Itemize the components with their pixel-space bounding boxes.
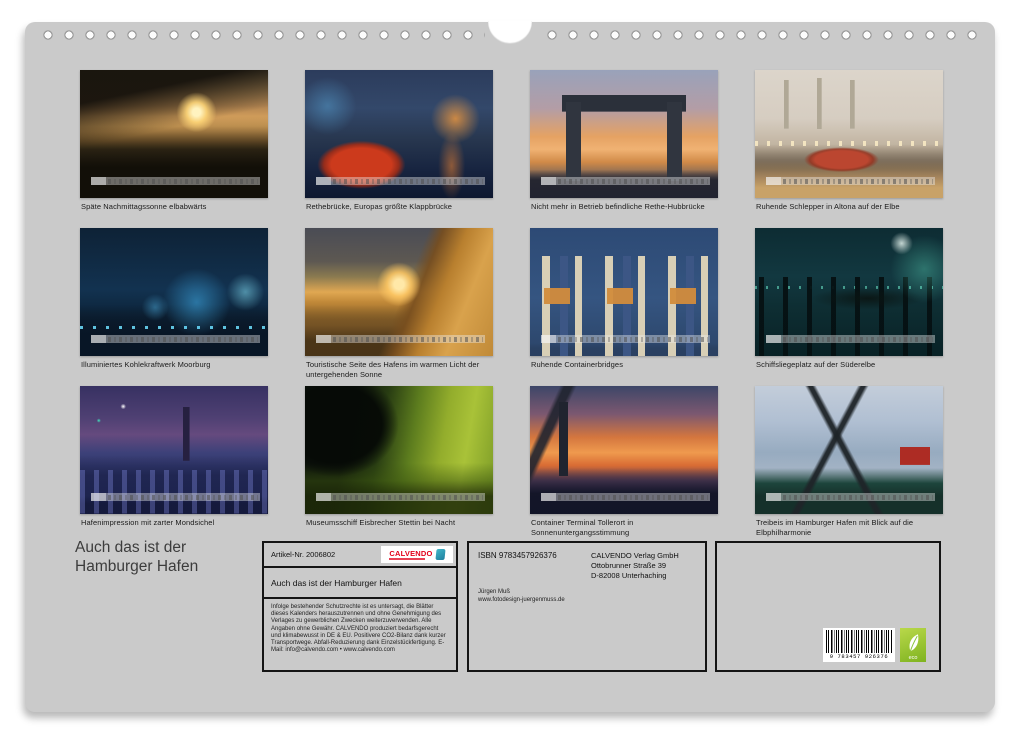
photo-image — [530, 386, 718, 514]
photo-caption: Museumsschiff Eisbrecher Stettin bei Nac… — [306, 518, 493, 528]
calvendo-logo-text: CALVENDO — [389, 550, 432, 558]
photo-thumbnail: Ruhende Schlepper in Altona auf der Elbe — [755, 70, 943, 228]
watermark-strip — [781, 335, 935, 343]
calendar-title-line2: Hamburger Hafen — [75, 558, 198, 577]
photo-thumbnail: Illuminiertes Kohlekraftwerk Moorburg — [80, 228, 268, 386]
photo-image — [305, 228, 493, 356]
photo-image — [80, 386, 268, 514]
publisher-city: D-82008 Unterhaching — [591, 571, 679, 581]
photo-caption: Schiffsliegeplatz auf der Süderelbe — [756, 360, 943, 370]
publisher-address: CALVENDO Verlag GmbH Ottobrunner Straße … — [591, 551, 679, 580]
isbn-text: ISBN 9783457926376 — [478, 551, 557, 560]
photo-image — [305, 70, 493, 198]
watermark-strip — [781, 493, 935, 501]
watermark-strip — [556, 177, 710, 185]
photo-image — [305, 386, 493, 514]
barcode-digits: 9 783457 926376 — [830, 653, 889, 661]
watermark-strip — [781, 177, 935, 185]
watermark-strip — [331, 493, 485, 501]
photo-thumbnail: Touristische Seite des Hafens im warmen … — [305, 228, 493, 386]
barcode: 9 783457 926376 — [823, 628, 895, 662]
photo-thumbnail: Container Terminal Tollerort in Sonnenun… — [530, 386, 718, 544]
calvendo-logo-tagline — [389, 558, 425, 560]
watermark-strip — [106, 335, 260, 343]
watermark-strip — [106, 177, 260, 185]
watermark-strip — [556, 493, 710, 501]
photo-thumbnail: Schiffsliegeplatz auf der Süderelbe — [755, 228, 943, 386]
publisher-name: CALVENDO Verlag GmbH — [591, 551, 679, 561]
photo-image — [530, 228, 718, 356]
photo-thumbnail: Treibeis im Hamburger Hafen mit Blick au… — [755, 386, 943, 544]
binding-holes-right — [542, 29, 988, 41]
photo-image — [755, 386, 943, 514]
hanger-notch — [488, 21, 532, 44]
photo-image — [755, 228, 943, 356]
barcode-bars — [826, 630, 892, 653]
photo-thumbnail: Nicht mehr in Betrieb befindliche Rethe-… — [530, 70, 718, 228]
publisher-street: Ottobrunner Straße 39 — [591, 561, 679, 571]
photo-caption: Nicht mehr in Betrieb befindliche Rethe-… — [531, 202, 718, 212]
photo-grid: Späte Nachmittagssonne elbabwärts Retheb… — [80, 70, 943, 544]
photo-image — [80, 228, 268, 356]
binding-holes-left — [38, 29, 485, 41]
eco-logo: eco — [900, 628, 926, 662]
photo-caption: Rethebrücke, Europas größte Klappbrücke — [306, 202, 493, 212]
article-number-row: Artikel-Nr. 2006802 CALVENDO — [264, 543, 456, 568]
photo-thumbnail: Hafenimpression mit zarter Mondsichel — [80, 386, 268, 544]
author-block: Jürgen Muß www.fotodesign-juergenmuss.de — [478, 588, 565, 604]
photo-image — [755, 70, 943, 198]
calendar-back-page: Späte Nachmittagssonne elbabwärts Retheb… — [25, 22, 995, 712]
photo-caption: Illuminiertes Kohlekraftwerk Moorburg — [81, 360, 268, 370]
watermark-strip — [331, 177, 485, 185]
calvendo-logo-icon — [435, 549, 445, 560]
photo-thumbnail: Rethebrücke, Europas größte Klappbrücke — [305, 70, 493, 228]
photo-thumbnail: Späte Nachmittagssonne elbabwärts — [80, 70, 268, 228]
eco-label: eco — [900, 656, 926, 662]
author-name: Jürgen Muß — [478, 588, 565, 596]
photo-image — [530, 70, 718, 198]
calendar-title-line1: Auch das ist der — [75, 539, 198, 558]
photo-thumbnail: Ruhende Containerbridges — [530, 228, 718, 386]
barcode-box: 9 783457 926376 eco — [715, 541, 941, 672]
photo-caption: Treibeis im Hamburger Hafen mit Blick au… — [756, 518, 943, 537]
photo-image — [80, 70, 268, 198]
photo-thumbnail: Museumsschiff Eisbrecher Stettin bei Nac… — [305, 386, 493, 544]
photo-caption: Touristische Seite des Hafens im warmen … — [306, 360, 493, 379]
calendar-title: Auch das ist der Hamburger Hafen — [75, 539, 198, 577]
photo-caption: Ruhende Containerbridges — [531, 360, 718, 370]
publisher-info-box: ISBN 9783457926376 CALVENDO Verlag GmbH … — [467, 541, 707, 672]
article-number: Artikel-Nr. 2006802 — [271, 550, 335, 559]
watermark-strip — [331, 335, 485, 343]
author-website: www.fotodesign-juergenmuss.de — [478, 596, 565, 604]
calendar-title-small: Auch das ist der Hamburger Hafen — [264, 568, 456, 599]
watermark-strip — [556, 335, 710, 343]
calvendo-logo: CALVENDO — [381, 546, 453, 563]
leaf-icon — [906, 633, 921, 653]
photo-caption: Hafenimpression mit zarter Mondsichel — [81, 518, 268, 528]
photo-caption: Container Terminal Tollerort in Sonnenun… — [531, 518, 718, 537]
product-info-box: Artikel-Nr. 2006802 CALVENDO Auch das is… — [262, 541, 458, 672]
legal-text: Infolge bestehender Schutzrechte ist es … — [264, 599, 456, 670]
photo-caption: Ruhende Schlepper in Altona auf der Elbe — [756, 202, 943, 212]
watermark-strip — [106, 493, 260, 501]
photo-caption: Späte Nachmittagssonne elbabwärts — [81, 202, 268, 212]
